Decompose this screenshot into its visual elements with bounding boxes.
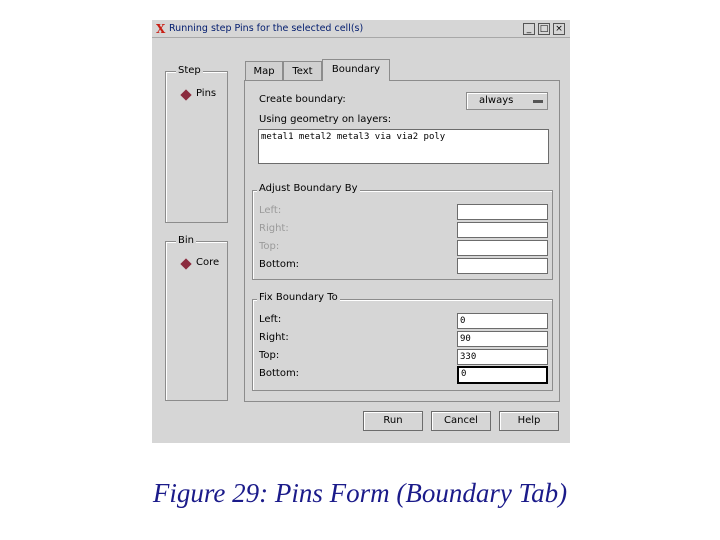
tab-boundary[interactable]: Boundary (322, 59, 390, 81)
window-title: Running step Pins for the selected cell(… (169, 23, 364, 34)
close-button[interactable]: × (553, 23, 565, 35)
fix-top-label: Top: (259, 350, 280, 361)
fix-bottom-label: Bottom: (259, 368, 300, 379)
adjust-left-label: Left: (259, 205, 282, 216)
radio-selected-icon (180, 89, 192, 101)
adjust-right-label: Right: (259, 223, 289, 234)
create-boundary-value: always (479, 95, 514, 106)
fix-right-input[interactable]: 90 (457, 331, 548, 347)
boundary-tab-panel: Create boundary: always Using geometry o… (244, 80, 560, 402)
fix-left-label: Left: (259, 314, 282, 325)
adjust-bottom-input[interactable] (457, 258, 548, 274)
adjust-top-label: Top: (259, 241, 280, 252)
tab-text[interactable]: Text (283, 61, 322, 81)
cancel-button[interactable]: Cancel (431, 411, 491, 431)
create-boundary-dropdown[interactable]: always (466, 92, 548, 110)
run-button[interactable]: Run (363, 411, 423, 431)
bin-core-radio[interactable]: Core (180, 257, 230, 271)
tab-map[interactable]: Map (245, 61, 283, 81)
geometry-layers-label: Using geometry on layers: (259, 114, 392, 125)
adjust-top-input[interactable] (457, 240, 548, 256)
create-boundary-label: Create boundary: (259, 94, 346, 105)
title-bar[interactable]: X Running step Pins for the selected cel… (152, 20, 570, 38)
step-pins-radio[interactable]: Pins (180, 88, 230, 102)
fix-bottom-input[interactable]: 0 (457, 366, 548, 384)
help-button[interactable]: Help (499, 411, 559, 431)
adjust-boundary-label: Adjust Boundary By (257, 183, 360, 194)
fix-left-input[interactable]: 0 (457, 313, 548, 329)
maximize-button[interactable]: □ (538, 23, 550, 35)
bin-core-label: Core (196, 257, 220, 268)
pins-form-window: X Running step Pins for the selected cel… (152, 20, 570, 443)
step-group-label: Step (176, 65, 203, 76)
step-pins-label: Pins (196, 88, 217, 99)
fix-boundary-label: Fix Boundary To (257, 292, 340, 303)
figure-caption: Figure 29: Pins Form (Boundary Tab) (152, 478, 568, 508)
geometry-layers-textarea[interactable]: metal1 metal2 metal3 via via2 poly (258, 129, 549, 164)
fix-right-label: Right: (259, 332, 289, 343)
minimize-button[interactable]: _ (523, 23, 535, 35)
fix-top-input[interactable]: 330 (457, 349, 548, 365)
adjust-bottom-label: Bottom: (259, 259, 300, 270)
bin-group-label: Bin (176, 235, 196, 246)
option-menu-icon (533, 100, 543, 103)
adjust-right-input[interactable] (457, 222, 548, 238)
app-x-icon: X (156, 22, 166, 36)
adjust-left-input[interactable] (457, 204, 548, 220)
radio-selected-icon (180, 258, 192, 270)
